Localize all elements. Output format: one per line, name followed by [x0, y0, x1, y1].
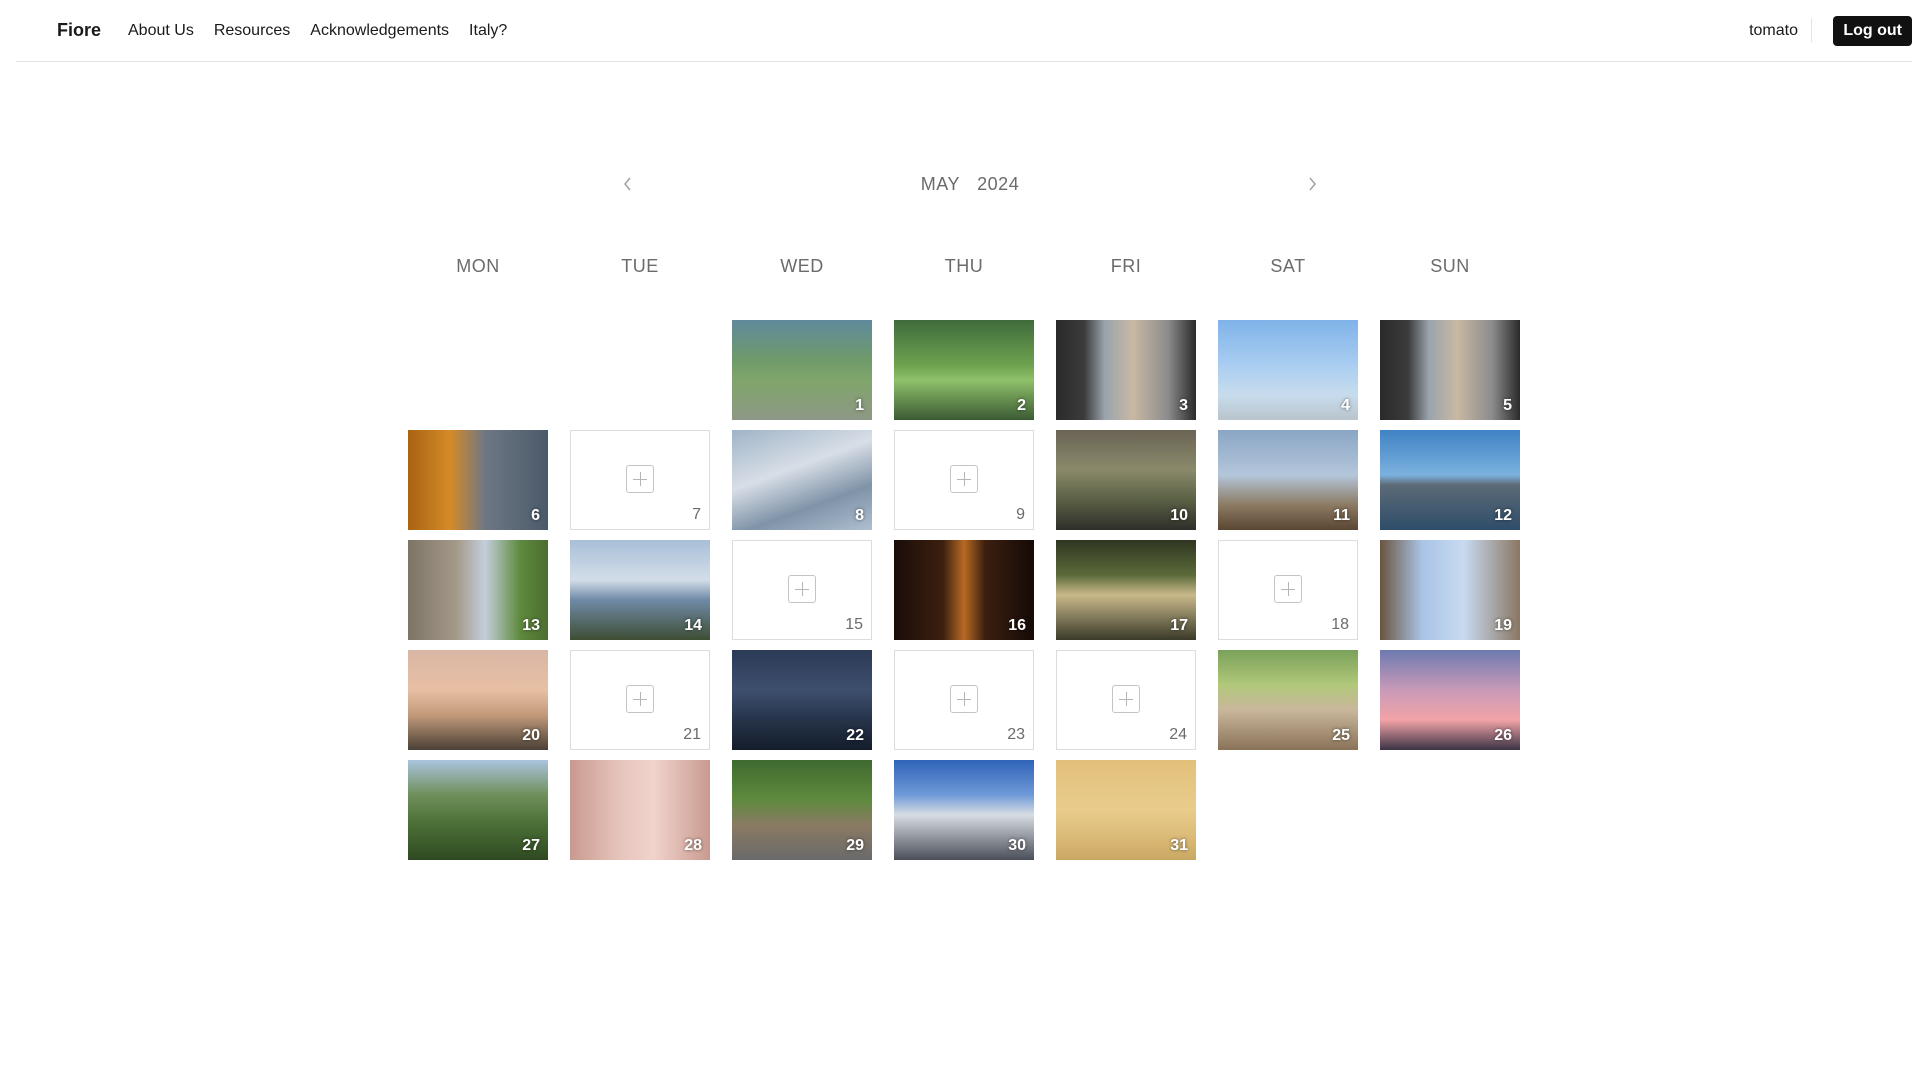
day-photo-cell[interactable]: 30	[894, 760, 1034, 860]
day-photo-cell[interactable]: 6	[408, 430, 548, 530]
day-photo-cell[interactable]: 19	[1380, 540, 1520, 640]
day-number: 25	[1332, 727, 1350, 744]
day-number: 7	[692, 506, 701, 523]
day-empty-cell[interactable]: 9	[894, 430, 1034, 530]
weekday-mon: MON	[456, 256, 500, 276]
year: 2024	[977, 174, 1020, 194]
day-number: 3	[1179, 397, 1188, 414]
weekday-thu: THU	[944, 256, 984, 276]
calendar-blank-cell	[408, 320, 548, 420]
weekday-sun: SUN	[1430, 256, 1470, 276]
day-number: 6	[531, 507, 540, 524]
day-photo-cell[interactable]: 25	[1218, 650, 1358, 750]
add-photo-icon[interactable]	[950, 465, 978, 493]
day-empty-cell[interactable]: 23	[894, 650, 1034, 750]
day-empty-cell[interactable]: 7	[570, 430, 710, 530]
day-number: 10	[1170, 507, 1188, 524]
weekday-wed: WED	[780, 256, 824, 276]
day-empty-cell[interactable]: 21	[570, 650, 710, 750]
main-nav: About Us Resources Acknowledgements Ital…	[128, 22, 507, 40]
day-number: 14	[684, 617, 702, 634]
add-photo-icon[interactable]	[950, 685, 978, 713]
day-photo-cell[interactable]: 3	[1056, 320, 1196, 420]
nav-acknowledgements[interactable]: Acknowledgements	[310, 22, 449, 40]
day-number: 5	[1503, 397, 1512, 414]
day-empty-cell[interactable]: 24	[1056, 650, 1196, 750]
day-photo-cell[interactable]: 5	[1380, 320, 1520, 420]
day-photo-cell[interactable]: 12	[1380, 430, 1520, 530]
day-photo-cell[interactable]: 28	[570, 760, 710, 860]
day-photo-cell[interactable]: 4	[1218, 320, 1358, 420]
brand-logo[interactable]: Fiore	[57, 20, 101, 41]
day-empty-cell[interactable]: 15	[732, 540, 872, 640]
day-number: 9	[1016, 506, 1025, 523]
day-number: 24	[1169, 726, 1187, 743]
day-photo-cell[interactable]: 13	[408, 540, 548, 640]
day-number: 31	[1170, 837, 1188, 854]
weekday-fri: FRI	[1110, 256, 1142, 276]
day-number: 20	[522, 727, 540, 744]
day-photo-cell[interactable]: 11	[1218, 430, 1358, 530]
day-photo-cell[interactable]: 20	[408, 650, 548, 750]
add-photo-icon[interactable]	[1274, 575, 1302, 603]
calendar-grid: 1 2 3 4 5 6 7 8 9 10 11 12 13 14 15 16 17 18 19 20 21 22 23 24 2…	[408, 320, 1520, 860]
add-photo-icon[interactable]	[626, 465, 654, 493]
day-number: 29	[846, 837, 864, 854]
day-empty-cell[interactable]: 18	[1218, 540, 1358, 640]
day-number: 27	[522, 837, 540, 854]
weekday-header: MON TUE WED THU FRI SAT SUN	[408, 256, 1520, 277]
day-photo-cell[interactable]: 17	[1056, 540, 1196, 640]
day-number: 18	[1331, 616, 1349, 633]
weekday-sat: SAT	[1270, 256, 1306, 276]
day-photo-cell[interactable]: 16	[894, 540, 1034, 640]
day-number: 26	[1494, 727, 1512, 744]
day-number: 30	[1008, 837, 1026, 854]
day-photo-cell[interactable]: 10	[1056, 430, 1196, 530]
day-number: 22	[846, 727, 864, 744]
day-number: 4	[1341, 397, 1350, 414]
weekday-tue: TUE	[621, 256, 659, 276]
day-number: 23	[1007, 726, 1025, 743]
day-photo-cell[interactable]: 1	[732, 320, 872, 420]
day-number: 12	[1494, 507, 1512, 524]
day-number: 28	[684, 837, 702, 854]
day-photo-cell[interactable]: 27	[408, 760, 548, 860]
username[interactable]: tomato	[1749, 22, 1798, 40]
nav-italy[interactable]: Italy?	[469, 22, 507, 40]
day-photo-cell[interactable]: 8	[732, 430, 872, 530]
chevron-right-icon[interactable]	[1300, 172, 1324, 196]
navbar-divider	[1811, 18, 1812, 42]
month-year-label: MAY 2024	[600, 174, 1340, 195]
month-navigator: MAY 2024	[600, 168, 1340, 202]
day-number: 13	[522, 617, 540, 634]
day-number: 15	[845, 616, 863, 633]
day-photo-cell[interactable]: 26	[1380, 650, 1520, 750]
day-photo-cell[interactable]: 31	[1056, 760, 1196, 860]
day-photo-cell[interactable]: 2	[894, 320, 1034, 420]
month-name: MAY	[920, 174, 960, 194]
day-photo-cell[interactable]: 14	[570, 540, 710, 640]
day-number: 17	[1170, 617, 1188, 634]
add-photo-icon[interactable]	[1112, 685, 1140, 713]
day-number: 21	[683, 726, 701, 743]
day-photo-cell[interactable]: 22	[732, 650, 872, 750]
day-number: 8	[855, 507, 864, 524]
top-navbar: Fiore About Us Resources Acknowledgement…	[16, 0, 1912, 62]
day-number: 2	[1017, 397, 1026, 414]
logout-button[interactable]: Log out	[1833, 16, 1912, 46]
add-photo-icon[interactable]	[788, 575, 816, 603]
add-photo-icon[interactable]	[626, 685, 654, 713]
day-number: 11	[1333, 507, 1350, 524]
day-number: 19	[1494, 617, 1512, 634]
day-photo-cell[interactable]: 29	[732, 760, 872, 860]
day-number: 16	[1008, 617, 1026, 634]
nav-resources[interactable]: Resources	[214, 22, 290, 40]
calendar-blank-cell	[570, 320, 710, 420]
day-number: 1	[855, 397, 864, 414]
nav-about-us[interactable]: About Us	[128, 22, 194, 40]
